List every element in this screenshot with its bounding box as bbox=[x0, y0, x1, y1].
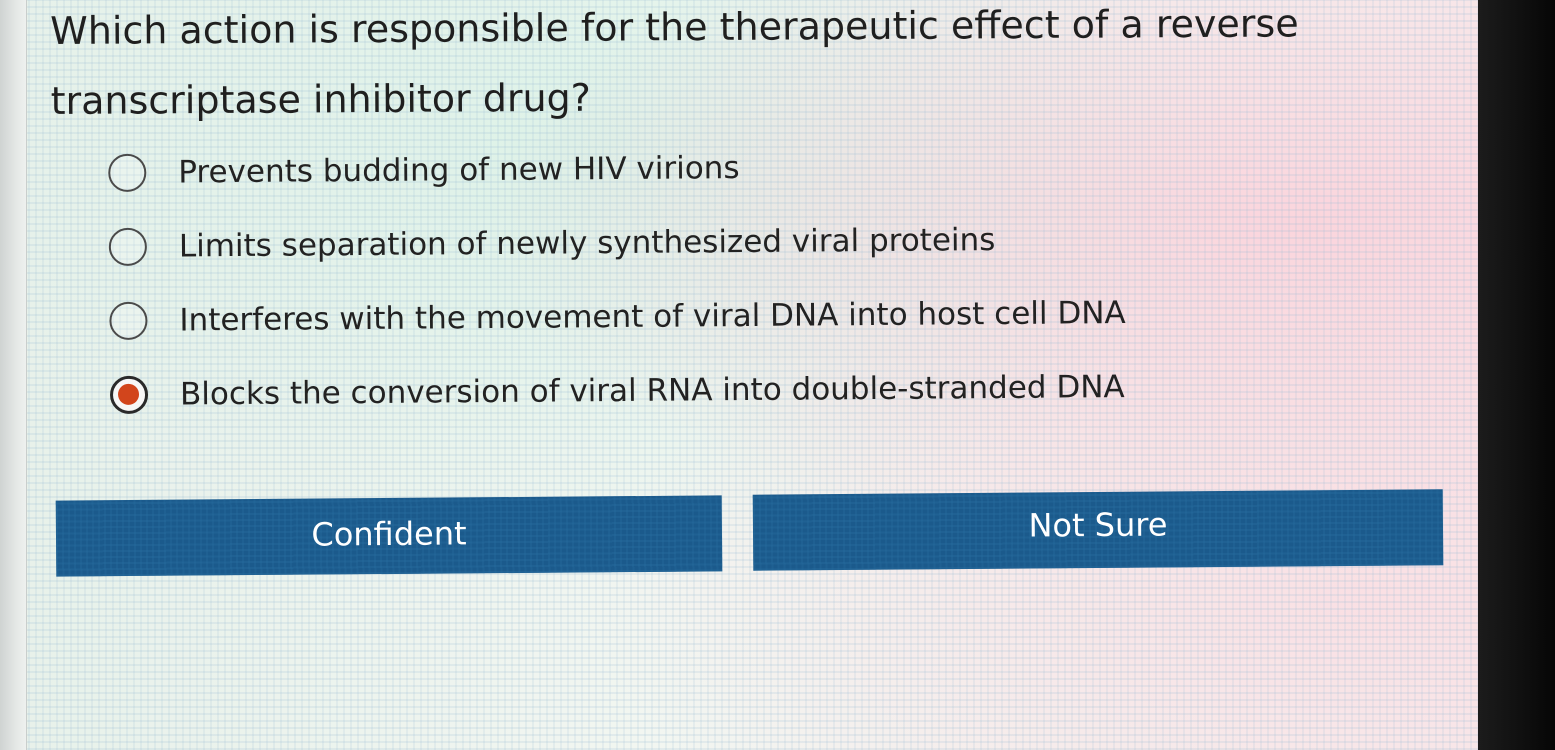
answer-option-3[interactable]: Interferes with the movement of viral DN… bbox=[109, 275, 1310, 358]
radio-button-unselected[interactable] bbox=[108, 227, 148, 266]
answer-option-1[interactable]: Prevents budding of new HIV virions bbox=[108, 127, 1309, 210]
confident-button-label: Confident bbox=[311, 514, 467, 554]
monitor-bezel bbox=[1478, 0, 1555, 750]
radio-button-unselected[interactable] bbox=[108, 153, 147, 192]
radio-button-selected[interactable] bbox=[109, 375, 149, 414]
left-rail bbox=[0, 0, 27, 750]
radio-button-unselected[interactable] bbox=[109, 301, 148, 340]
answer-option-2[interactable]: Limits separation of newly synthesized v… bbox=[108, 201, 1310, 284]
answer-option-label: Blocks the conversion of viral RNA into … bbox=[179, 369, 1125, 413]
answer-option-label: Prevents budding of new HIV virions bbox=[178, 150, 740, 191]
answer-options: Prevents budding of new HIV virions Limi… bbox=[108, 127, 1310, 432]
quiz-screen: Which action is responsible for the ther… bbox=[0, 0, 1478, 750]
not-sure-button[interactable]: Not Sure bbox=[752, 489, 1444, 571]
question-text: Which action is responsible for the ther… bbox=[50, 1, 1299, 123]
not-sure-button-label: Not Sure bbox=[1028, 505, 1168, 545]
confident-button[interactable]: Confident bbox=[55, 495, 723, 577]
answer-option-label: Interferes with the movement of viral DN… bbox=[179, 295, 1126, 339]
answer-option-label: Limits separation of newly synthesized v… bbox=[178, 222, 996, 265]
selected-dot-icon bbox=[117, 383, 140, 405]
answer-option-4[interactable]: Blocks the conversion of viral RNA into … bbox=[109, 349, 1311, 432]
